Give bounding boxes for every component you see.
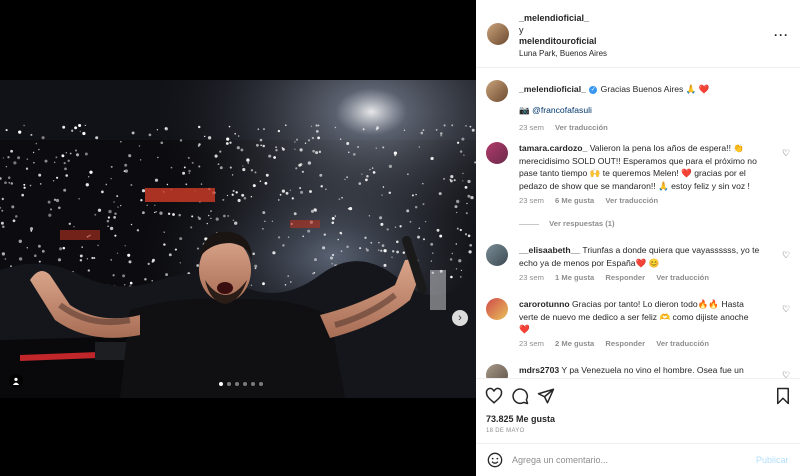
comment-likes[interactable]: 1 Me gusta <box>555 273 594 282</box>
comment-button[interactable] <box>511 387 529 405</box>
comments-list: _melendioficial_ ✓ Gracias Buenos Aires … <box>476 68 800 378</box>
carousel-dot <box>251 382 255 386</box>
comment-age[interactable]: 23 sem <box>519 273 544 282</box>
comment-like-button[interactable]: ♡ <box>782 148 790 159</box>
heart-outline-icon: ♡ <box>782 370 791 378</box>
heart-outline-icon: ♡ <box>782 304 791 314</box>
view-replies-label: Ver respuestas (1) <box>549 219 615 228</box>
comment-username[interactable]: mdrs2703 <box>519 365 559 375</box>
likes-count[interactable]: 73.825 Me gusta <box>486 414 555 424</box>
avatar[interactable] <box>486 142 508 164</box>
post-details-panel: _melendioficial_ y melenditouroficial Lu… <box>476 0 800 476</box>
comment-text-line: ❤️ <box>519 324 530 334</box>
comment-username[interactable]: __elisaabeth__ <box>519 245 580 255</box>
comment-reply-button[interactable]: Responder <box>605 273 645 282</box>
comment-translate-link[interactable]: Ver traducción <box>605 196 658 205</box>
comment-translate-link[interactable]: Ver traducción <box>656 273 709 282</box>
comment-like-button[interactable]: ♡ <box>782 250 790 261</box>
avatar[interactable] <box>486 244 508 266</box>
like-button[interactable] <box>485 387 503 405</box>
post-date[interactable]: 18 DE MAYO <box>486 428 525 434</box>
photo-credit-link[interactable]: @francofafasuli <box>532 105 592 115</box>
smiley-icon <box>487 452 503 468</box>
camera-emoji: 📷 <box>519 105 530 115</box>
post-media: › <box>0 0 476 476</box>
comment-text-line: Triunfas a donde quiera que vayassssss, … <box>582 245 760 255</box>
header-username-collab[interactable]: melenditouroficial <box>519 36 597 46</box>
comment-age[interactable]: 23 sem <box>519 196 544 205</box>
carousel-next-button[interactable]: › <box>452 310 468 326</box>
post-actions-bar <box>476 378 800 412</box>
comment-username[interactable]: tamara.cardozo_ <box>519 143 587 153</box>
comment-text-line: Valieron la pena los años de espera!! 👏 <box>589 143 745 153</box>
post-photo[interactable]: › <box>0 80 476 398</box>
replies-divider <box>519 223 539 225</box>
more-horizontal-icon: ··· <box>774 28 789 42</box>
comment-text-line: Gracias por tanto! Lo dieron todo🔥🔥 Hast… <box>572 299 744 309</box>
chevron-right-icon: › <box>458 312 462 324</box>
carousel-dot <box>235 382 239 386</box>
user-tag-button[interactable] <box>9 374 23 388</box>
carousel-dot <box>259 382 263 386</box>
publish-button[interactable]: Publicar <box>756 455 789 465</box>
comment-text-line: verte de nuevo me dedico a ser feliz 🫶 c… <box>519 311 749 322</box>
comment-bubble-icon <box>512 388 529 405</box>
verified-badge-icon: ✓ <box>589 85 598 94</box>
caption-username[interactable]: _melendioficial_ <box>519 84 586 94</box>
caption-translate-link[interactable]: Ver traducción <box>555 123 608 132</box>
paper-plane-icon <box>537 388 555 404</box>
comment-like-button[interactable]: ♡ <box>782 370 790 378</box>
comment-likes[interactable]: 2 Me gusta <box>555 339 594 348</box>
header-collab-joiner: y <box>519 25 524 35</box>
comment-age[interactable]: 23 sem <box>519 339 544 348</box>
comment-text-line: pedazo de show que se mandaron!! 🙏 estoy… <box>519 180 750 191</box>
comment-username[interactable]: carorotunno <box>519 299 570 309</box>
avatar[interactable] <box>486 364 508 378</box>
comment-text-line: pase tanto tiempo 🙌 te queremos Melen! ❤… <box>519 168 746 178</box>
post-header: _melendioficial_ y melenditouroficial Lu… <box>476 0 800 68</box>
view-replies-button[interactable]: Ver respuestas (1) <box>519 219 615 228</box>
bookmark-icon <box>777 387 789 405</box>
carousel-dot <box>243 382 247 386</box>
heart-outline-icon: ♡ <box>782 148 791 158</box>
comment-reply-button[interactable]: Responder <box>605 339 645 348</box>
comment-text-line: merecidisimo SOLD OUT!! Esperamos que pa… <box>519 155 757 166</box>
caption-text: Gracias Buenos Aires 🙏 ❤️ <box>600 84 710 94</box>
comment-input[interactable] <box>512 453 742 467</box>
add-comment-bar: Publicar <box>476 443 800 476</box>
share-button[interactable] <box>537 387 555 405</box>
avatar[interactable] <box>486 80 508 102</box>
heart-outline-icon: ♡ <box>782 250 791 260</box>
caption-age[interactable]: 23 sem <box>519 123 544 132</box>
concert-photo <box>0 80 476 398</box>
carousel-dot <box>227 382 231 386</box>
post-location[interactable]: Luna Park, Buenos Aires <box>519 49 607 58</box>
comment-translate-link[interactable]: Ver traducción <box>656 339 709 348</box>
heart-outline-icon <box>485 387 503 404</box>
carousel-dot <box>219 382 223 386</box>
avatar[interactable] <box>486 298 508 320</box>
header-username-primary[interactable]: _melendioficial_ <box>519 13 589 23</box>
carousel-indicator <box>219 382 263 386</box>
save-button[interactable] <box>774 387 792 405</box>
comment-likes[interactable]: 6 Me gusta <box>555 196 594 205</box>
comment-text-line: echo ya de menos por España❤️ 😊 <box>519 257 660 268</box>
user-tag-icon <box>12 377 20 385</box>
comment-text-line: Y pa Venezuela no vino el hombre. Osea f… <box>561 365 744 375</box>
comment-like-button[interactable]: ♡ <box>782 304 790 315</box>
avatar[interactable] <box>487 23 509 45</box>
more-options-button[interactable]: ··· <box>774 28 789 42</box>
emoji-picker-button[interactable] <box>487 452 503 468</box>
